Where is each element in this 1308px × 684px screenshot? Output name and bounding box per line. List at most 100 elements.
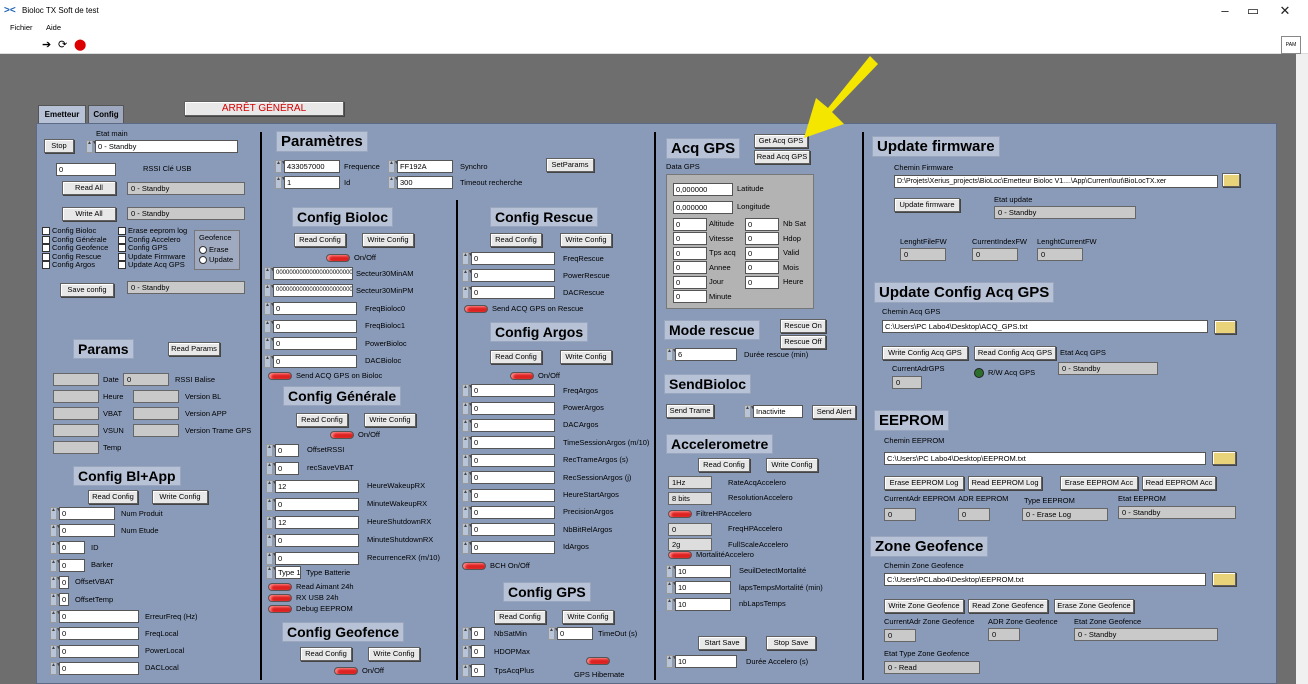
save-config-button[interactable]: Save config — [60, 283, 114, 297]
spinner[interactable]: ▲▼ — [50, 644, 61, 658]
write-config-acq-button[interactable]: Write Config Acq GPS — [882, 346, 968, 360]
spinner[interactable]: ▲▼ — [264, 319, 275, 333]
read-acq-gps-button[interactable]: Read Acq GPS — [754, 150, 810, 164]
rescue-write-config-button[interactable]: Write Config — [560, 233, 612, 247]
fw-browse-icon[interactable] — [1222, 173, 1240, 187]
acq-browse-icon[interactable] — [1214, 320, 1236, 334]
gen-write-config-button[interactable]: Write Config — [364, 413, 416, 427]
spinner[interactable]: ▲▼ — [388, 176, 399, 189]
powerlocal-field[interactable]: 0 — [59, 644, 139, 658]
rate-acc-select[interactable]: 1Hz — [668, 476, 712, 490]
resolution-acc-select[interactable]: 8 bits — [668, 491, 712, 505]
acq-path-field[interactable]: C:\Users\PC Labo4\Desktop\ACQ_GPS.txt — [882, 320, 1208, 333]
spinner[interactable]: ▲▼ — [462, 471, 473, 485]
mortalite-led[interactable] — [668, 551, 692, 559]
heurestartargos-field[interactable]: 0 — [471, 488, 555, 502]
checkbox[interactable] — [42, 235, 50, 244]
spinner[interactable]: ▲▼ — [462, 627, 473, 640]
spinner[interactable]: ▲▼ — [275, 160, 286, 173]
spinner[interactable]: ▲▼ — [744, 405, 755, 418]
recsavevbat-field[interactable]: 0 — [275, 461, 299, 475]
dacrescue-field[interactable]: 0 — [471, 286, 555, 299]
powerargos-field[interactable]: 0 — [471, 401, 555, 415]
minuteshutdownrx-field[interactable]: 0 — [275, 533, 359, 547]
run-arrow-icon[interactable]: ➔ — [42, 38, 51, 51]
menu-fichier[interactable]: Fichier — [10, 23, 33, 33]
idargos-field[interactable]: 0 — [471, 540, 555, 554]
acc-write-config-button[interactable]: Write Config — [766, 458, 818, 472]
send-acq-bioloc-led[interactable] — [268, 372, 292, 380]
read-eeprom-log-button[interactable]: Read EEPROM Log — [968, 476, 1042, 490]
spinner[interactable]: ▲▼ — [462, 540, 473, 554]
spinner[interactable]: ▲▼ — [462, 286, 473, 299]
checkbox[interactable] — [42, 261, 50, 270]
spinner[interactable]: ▲▼ — [462, 436, 473, 450]
menu-aide[interactable]: Aide — [46, 23, 61, 33]
spinner[interactable]: ▲▼ — [50, 575, 61, 589]
argos-write-config-button[interactable]: Write Config — [560, 350, 612, 364]
read-zone-button[interactable]: Read Zone Geofence — [968, 599, 1048, 613]
num-produit-field[interactable]: 0 — [59, 507, 115, 521]
freqbioloc1-field[interactable]: 0 — [273, 319, 357, 333]
precisionargos-field[interactable]: 0 — [471, 505, 555, 519]
dacargos-field[interactable]: 0 — [471, 418, 555, 432]
rescue-read-config-button[interactable]: Read Config — [490, 233, 542, 247]
spinner[interactable]: ▲▼ — [666, 581, 677, 595]
spinner[interactable]: ▲▼ — [264, 267, 275, 280]
checkbox[interactable] — [42, 227, 50, 236]
arret-general-button[interactable]: ARRÊT GÉNÉRAL — [184, 101, 344, 116]
dacbioloc-field[interactable]: 0 — [273, 354, 357, 368]
secteur-pm-field[interactable]: 000000000000000000000000 — [273, 284, 353, 297]
heurewakeuprx-field[interactable]: 12 — [275, 479, 359, 493]
spinner[interactable]: ▲▼ — [388, 160, 399, 173]
offsettemp-field[interactable]: 0 — [59, 593, 69, 607]
filtre-hp-led[interactable] — [668, 509, 692, 518]
spinner[interactable]: ▲▼ — [462, 269, 473, 282]
type-batterie-field[interactable]: Type 1 — [275, 566, 301, 579]
erase-eeprom-log-button[interactable]: Erase EEPROM Log — [884, 476, 964, 490]
daclocal-field[interactable]: 0 — [59, 661, 139, 675]
spinner[interactable]: ▲▼ — [666, 597, 677, 611]
freqlocal-field[interactable]: 0 — [59, 627, 139, 641]
laps-temps-field[interactable]: 10 — [675, 581, 731, 595]
checkbox[interactable] — [118, 227, 126, 236]
zone-path-field[interactable]: C:\Users\PCLabo4\Desktop\EEPROM.txt — [884, 573, 1206, 586]
rx-usb-led[interactable] — [268, 594, 292, 602]
nblaps-field[interactable]: 10 — [675, 597, 731, 611]
spinner[interactable]: ▲▼ — [50, 558, 61, 572]
tab-emetteur[interactable]: Emetteur — [38, 105, 86, 123]
spinner[interactable]: ▲▼ — [50, 524, 61, 538]
checkbox[interactable] — [42, 244, 50, 253]
id-field[interactable]: 1 — [284, 176, 340, 189]
spinner[interactable]: ▲▼ — [266, 551, 277, 565]
read-params-button[interactable]: Read Params — [168, 342, 220, 356]
geo-read-config-button[interactable]: Read Config — [300, 647, 352, 661]
eeprom-browse-icon[interactable] — [1212, 451, 1236, 465]
freqrescue-field[interactable]: 0 — [471, 252, 555, 265]
spinner[interactable]: ▲▼ — [462, 384, 473, 398]
spinner[interactable]: ▲▼ — [462, 664, 473, 677]
spinner[interactable]: ▲▼ — [266, 515, 277, 529]
bch-led[interactable] — [462, 562, 486, 570]
gen-read-config-button[interactable]: Read Config — [296, 413, 348, 427]
debug-led[interactable] — [268, 605, 292, 613]
seuil-field[interactable]: 10 — [675, 564, 731, 578]
freq-hp-select[interactable]: 0 — [668, 522, 712, 536]
read-config-acq-button[interactable]: Read Config Acq GPS — [974, 346, 1056, 360]
update-firmware-button[interactable]: Update firmware — [894, 198, 960, 212]
rescue-on-button[interactable]: Rescue On — [780, 319, 826, 333]
offsetvbat-field[interactable]: 0 — [59, 575, 69, 589]
tpsacqplus-field[interactable]: 0 — [471, 664, 485, 677]
spinner[interactable]: ▲▼ — [548, 627, 559, 640]
spinner[interactable]: ▲▼ — [462, 401, 473, 415]
id-field[interactable]: 0 — [59, 541, 85, 555]
spinner[interactable]: ▲▼ — [50, 507, 61, 521]
setparams-button[interactable]: SetParams — [546, 158, 594, 172]
check-config-argos[interactable]: Config Argos — [42, 260, 122, 270]
duree-rescue-field[interactable]: 6 — [675, 348, 737, 361]
bioloc-read-config-button[interactable]: Read Config — [294, 233, 346, 247]
spinner[interactable]: ▲▼ — [462, 488, 473, 502]
spinner[interactable]: ▲▼ — [266, 479, 277, 493]
spinner[interactable]: ▲▼ — [266, 566, 277, 579]
timeout-gps-field[interactable]: 0 — [557, 627, 593, 640]
